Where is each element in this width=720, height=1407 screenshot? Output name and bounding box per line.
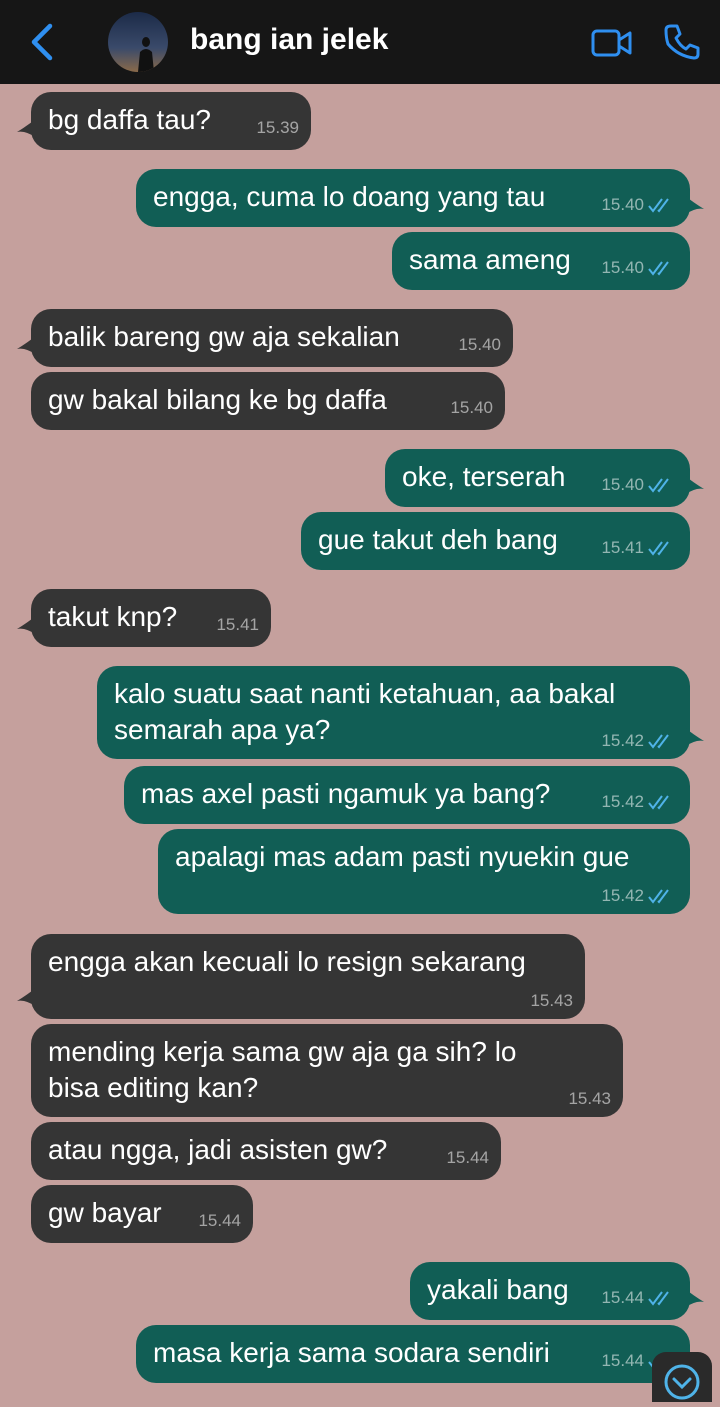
message-time: 15.41 [601, 538, 644, 557]
chat-header: bang ian jelek [0, 0, 720, 84]
read-receipt-icon [648, 198, 669, 213]
bubble-tail [684, 1288, 704, 1308]
message-meta: 15.40 [450, 398, 493, 418]
phone-icon [664, 24, 700, 60]
message-time: 15.40 [458, 335, 501, 354]
message-text: kalo suatu saat nanti ketahuan, aa bakal… [114, 678, 616, 745]
read-receipt-icon [648, 734, 669, 749]
bubble-tail [684, 195, 704, 215]
message-text: gw bakal bilang ke bg daffa [48, 384, 387, 415]
message-time: 15.42 [601, 792, 644, 811]
contact-name[interactable]: bang ian jelek [190, 23, 388, 57]
message-time: 15.43 [568, 1089, 611, 1108]
message-meta: 15.41 [216, 615, 259, 635]
message-meta: 15.42 [601, 792, 674, 812]
message-text: mending kerja sama gw aja ga sih? lo bis… [48, 1036, 517, 1103]
message-time: 15.40 [601, 258, 644, 277]
message-text: atau ngga, jadi asisten gw? [48, 1134, 388, 1165]
message-text: engga, cuma lo doang yang tau [153, 181, 546, 212]
message-time: 15.43 [530, 991, 573, 1010]
incoming-message-bubble[interactable]: atau ngga, jadi asisten gw? 15.44 [31, 1122, 501, 1180]
back-button[interactable] [22, 20, 66, 64]
message-meta: 15.44 [198, 1211, 241, 1231]
message-text: yakali bang [427, 1274, 569, 1305]
message-meta: 15.42 [601, 886, 674, 906]
outgoing-message-bubble[interactable]: sama ameng 15.40 [392, 232, 690, 290]
message-meta: 15.44 [446, 1148, 489, 1168]
message-meta: 15.40 [458, 335, 501, 355]
message-text: masa kerja sama sodara sendiri [153, 1337, 550, 1368]
message-text: gw bayar [48, 1197, 162, 1228]
read-receipt-icon [648, 261, 669, 276]
message-time: 15.42 [601, 731, 644, 750]
bubble-tail [684, 475, 704, 495]
outgoing-message-bubble[interactable]: engga, cuma lo doang yang tau 15.40 [136, 169, 704, 227]
bubble-tail [684, 727, 704, 747]
message-meta: 15.40 [601, 475, 674, 495]
video-camera-icon [591, 29, 632, 57]
outgoing-message-bubble[interactable]: gue takut deh bang 15.41 [301, 512, 690, 570]
incoming-message-bubble[interactable]: bg daffa tau? 15.39 [17, 92, 311, 150]
message-time: 15.40 [601, 475, 644, 494]
read-receipt-icon [648, 795, 669, 810]
incoming-message-bubble[interactable]: gw bayar 15.44 [31, 1185, 253, 1243]
message-text: mas axel pasti ngamuk ya bang? [141, 778, 551, 809]
video-call-button[interactable] [590, 26, 634, 60]
outgoing-message-bubble[interactable]: masa kerja sama sodara sendiri 15.44 [136, 1325, 690, 1383]
message-meta: 15.44 [601, 1288, 674, 1308]
incoming-message-bubble[interactable]: mending kerja sama gw aja ga sih? lo bis… [31, 1024, 623, 1117]
read-receipt-icon [648, 541, 669, 556]
message-text: gue takut deh bang [318, 524, 558, 555]
bubble-tail [17, 335, 37, 355]
outgoing-message-bubble[interactable]: apalagi mas adam pasti nyuekin gue 15.42 [158, 829, 690, 914]
message-meta: 15.40 [601, 195, 674, 215]
voice-call-button[interactable] [662, 22, 702, 62]
message-time: 15.41 [216, 615, 259, 634]
bubble-tail [17, 615, 37, 635]
message-time: 15.40 [601, 195, 644, 214]
message-text: oke, terserah [402, 461, 566, 492]
incoming-message-bubble[interactable]: balik bareng gw aja sekalian 15.40 [17, 309, 513, 367]
message-meta: 15.43 [530, 991, 573, 1011]
message-time: 15.39 [256, 118, 299, 137]
message-time: 15.44 [601, 1351, 644, 1370]
message-time: 15.40 [450, 398, 493, 417]
message-meta: 15.42 [601, 731, 674, 751]
read-receipt-icon [648, 889, 669, 904]
message-text: takut knp? [48, 601, 178, 632]
bubble-tail [17, 987, 37, 1007]
bubble-tail [17, 118, 37, 138]
incoming-message-bubble[interactable]: gw bakal bilang ke bg daffa 15.40 [31, 372, 505, 430]
message-text: bg daffa tau? [48, 104, 211, 135]
message-text: sama ameng [409, 244, 571, 275]
message-text: engga akan kecuali lo resign sekarang [48, 946, 526, 977]
message-meta: 15.39 [256, 118, 299, 138]
outgoing-message-bubble[interactable]: mas axel pasti ngamuk ya bang? 15.42 [124, 766, 690, 824]
incoming-message-bubble[interactable]: engga akan kecuali lo resign sekarang 15.… [17, 934, 585, 1019]
message-time: 15.44 [601, 1288, 644, 1307]
outgoing-message-bubble[interactable]: yakali bang 15.44 [410, 1262, 704, 1320]
read-receipt-icon [648, 1291, 669, 1306]
read-receipt-icon [648, 478, 669, 493]
message-time: 15.44 [446, 1148, 489, 1167]
message-text: apalagi mas adam pasti nyuekin gue [175, 841, 630, 872]
avatar-image [108, 12, 168, 72]
message-text: balik bareng gw aja sekalian [48, 321, 400, 352]
message-time: 15.44 [198, 1211, 241, 1230]
message-meta: 15.41 [601, 538, 674, 558]
message-time: 15.42 [601, 886, 644, 905]
avatar[interactable] [108, 12, 168, 72]
incoming-message-bubble[interactable]: takut knp? 15.41 [17, 589, 271, 647]
outgoing-message-bubble[interactable]: kalo suatu saat nanti ketahuan, aa bakal… [97, 666, 704, 759]
chevron-left-icon [31, 23, 53, 61]
outgoing-message-bubble[interactable]: oke, terserah 15.40 [385, 449, 704, 507]
message-meta: 15.43 [568, 1089, 611, 1109]
message-meta: 15.40 [601, 258, 674, 278]
